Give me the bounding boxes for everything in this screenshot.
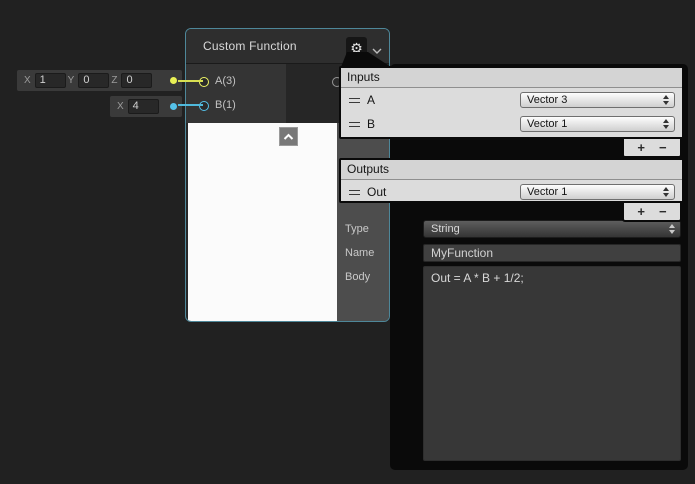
list-item[interactable]: B Vector 1 xyxy=(341,112,682,136)
type-value: String xyxy=(431,223,460,235)
list-item[interactable]: A Vector 3 xyxy=(341,88,682,112)
chevron-down-icon[interactable] xyxy=(371,42,383,54)
body-textarea[interactable]: Out = A * B + 1/2; xyxy=(423,266,681,461)
output-out-type-value: Vector 1 xyxy=(527,186,568,198)
dropdown-arrows-icon xyxy=(669,224,675,234)
y-value-field[interactable]: 0 xyxy=(78,73,110,88)
x-value-field[interactable]: 1 xyxy=(34,73,66,88)
list-item[interactable]: Out Vector 1 xyxy=(341,180,682,204)
drag-handle-icon[interactable] xyxy=(349,121,360,127)
output-row-out-label: Out xyxy=(367,185,387,199)
dropdown-arrows-icon xyxy=(663,187,669,197)
edge-vector1-to-port-b[interactable] xyxy=(178,104,203,106)
remove-output-button[interactable]: − xyxy=(659,205,667,218)
z-axis-label: Z xyxy=(111,75,118,86)
chevron-up-icon xyxy=(283,133,294,140)
outputs-list-panel: Outputs Out Vector 1 xyxy=(339,158,684,203)
inputs-list-footer: + − xyxy=(622,139,682,158)
add-input-button[interactable]: + xyxy=(637,141,645,154)
port-b-icon[interactable] xyxy=(199,101,209,111)
x-axis-label: X xyxy=(24,75,31,86)
add-output-button[interactable]: + xyxy=(637,205,645,218)
port-a-label: A(3) xyxy=(215,75,236,87)
input-b-type-value: Vector 1 xyxy=(527,118,568,130)
input-row-b-label: B xyxy=(367,117,376,131)
remove-input-button[interactable]: − xyxy=(659,141,667,154)
input-ports-zone xyxy=(186,64,286,123)
vector1-connector-dot-icon[interactable] xyxy=(170,103,177,110)
name-input[interactable]: MyFunction xyxy=(423,244,681,262)
outputs-header: Outputs xyxy=(341,160,682,180)
port-a-icon[interactable] xyxy=(199,77,209,87)
inputs-list-panel: Inputs A Vector 3 B Vector 1 xyxy=(339,66,684,139)
input-row-a-label: A xyxy=(367,93,376,107)
input-a-type-dropdown[interactable]: Vector 3 xyxy=(520,92,675,108)
node-body-strip xyxy=(337,123,389,321)
vector3-connector-dot-icon[interactable] xyxy=(170,77,177,84)
dropdown-arrows-icon xyxy=(663,119,669,129)
y-axis-label: Y xyxy=(67,75,75,86)
output-out-type-dropdown[interactable]: Vector 1 xyxy=(520,184,675,200)
input-a-type-value: Vector 3 xyxy=(527,94,568,106)
drag-handle-icon[interactable] xyxy=(349,97,360,103)
z-value-field[interactable]: 0 xyxy=(121,73,153,88)
drag-handle-icon[interactable] xyxy=(349,189,360,195)
node-preview xyxy=(188,123,337,321)
x-value-field[interactable]: 4 xyxy=(127,99,159,114)
name-label: Name xyxy=(345,247,375,259)
body-label: Body xyxy=(345,271,371,283)
x-axis-label: X xyxy=(117,101,124,112)
port-b-label: B(1) xyxy=(215,99,236,111)
outputs-list-footer: + − xyxy=(622,203,682,222)
shader-graph-canvas[interactable]: X 1 Y 0 Z 0 X 4 Custom Function ⚙ A(3) B… xyxy=(0,0,695,484)
collapse-preview-button[interactable] xyxy=(279,127,298,146)
input-b-type-dropdown[interactable]: Vector 1 xyxy=(520,116,675,132)
type-label: Type xyxy=(345,223,369,235)
inputs-header: Inputs xyxy=(341,68,682,88)
vector1-input-widget: X 4 xyxy=(110,96,182,117)
vector3-input-widget: X 1 Y 0 Z 0 xyxy=(17,70,182,91)
dropdown-arrows-icon xyxy=(663,95,669,105)
edge-vector3-to-port-a[interactable] xyxy=(178,80,203,82)
type-dropdown[interactable]: String xyxy=(423,220,681,238)
node-title: Custom Function xyxy=(203,39,297,53)
